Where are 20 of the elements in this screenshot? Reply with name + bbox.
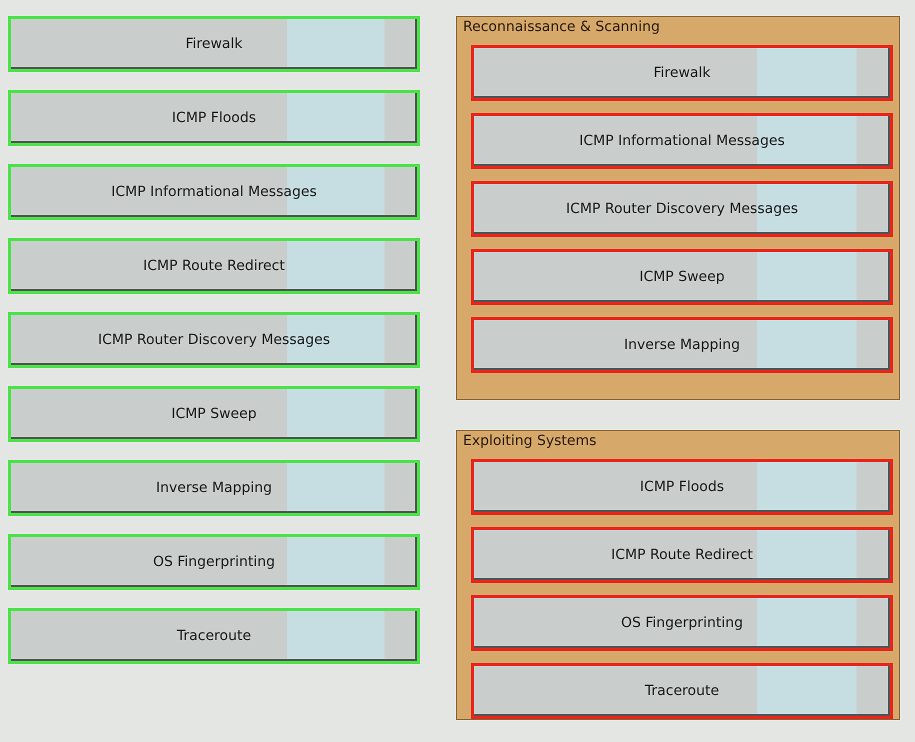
answer-option[interactable]: ICMP Router Discovery Messages bbox=[8, 312, 420, 368]
placed-answer[interactable]: Inverse Mapping bbox=[471, 317, 893, 373]
answer-option[interactable]: Traceroute bbox=[8, 608, 420, 664]
placed-answer[interactable]: OS Fingerprinting bbox=[471, 595, 893, 651]
answer-option[interactable]: ICMP Floods bbox=[8, 90, 420, 146]
answer-option[interactable]: ICMP Route Redirect bbox=[8, 238, 420, 294]
placed-answer[interactable]: ICMP Floods bbox=[471, 459, 893, 515]
category-title: Reconnaissance & Scanning bbox=[463, 19, 661, 35]
placed-answer[interactable]: Firewalk bbox=[471, 45, 893, 101]
answer-option[interactable]: Firewalk bbox=[8, 16, 420, 72]
placed-answer[interactable]: ICMP Sweep bbox=[471, 249, 893, 305]
category-title: Exploiting Systems bbox=[463, 433, 598, 449]
answer-option[interactable]: ICMP Sweep bbox=[8, 386, 420, 442]
answer-option[interactable]: Inverse Mapping bbox=[8, 460, 420, 516]
placed-answer[interactable]: ICMP Router Discovery Messages bbox=[471, 181, 893, 237]
answer-option[interactable]: OS Fingerprinting bbox=[8, 534, 420, 590]
placed-answer[interactable]: ICMP Informational Messages bbox=[471, 113, 893, 169]
answer-option[interactable]: ICMP Informational Messages bbox=[8, 164, 420, 220]
placed-answer[interactable]: Traceroute bbox=[471, 663, 893, 719]
placed-answer[interactable]: ICMP Route Redirect bbox=[471, 527, 893, 583]
